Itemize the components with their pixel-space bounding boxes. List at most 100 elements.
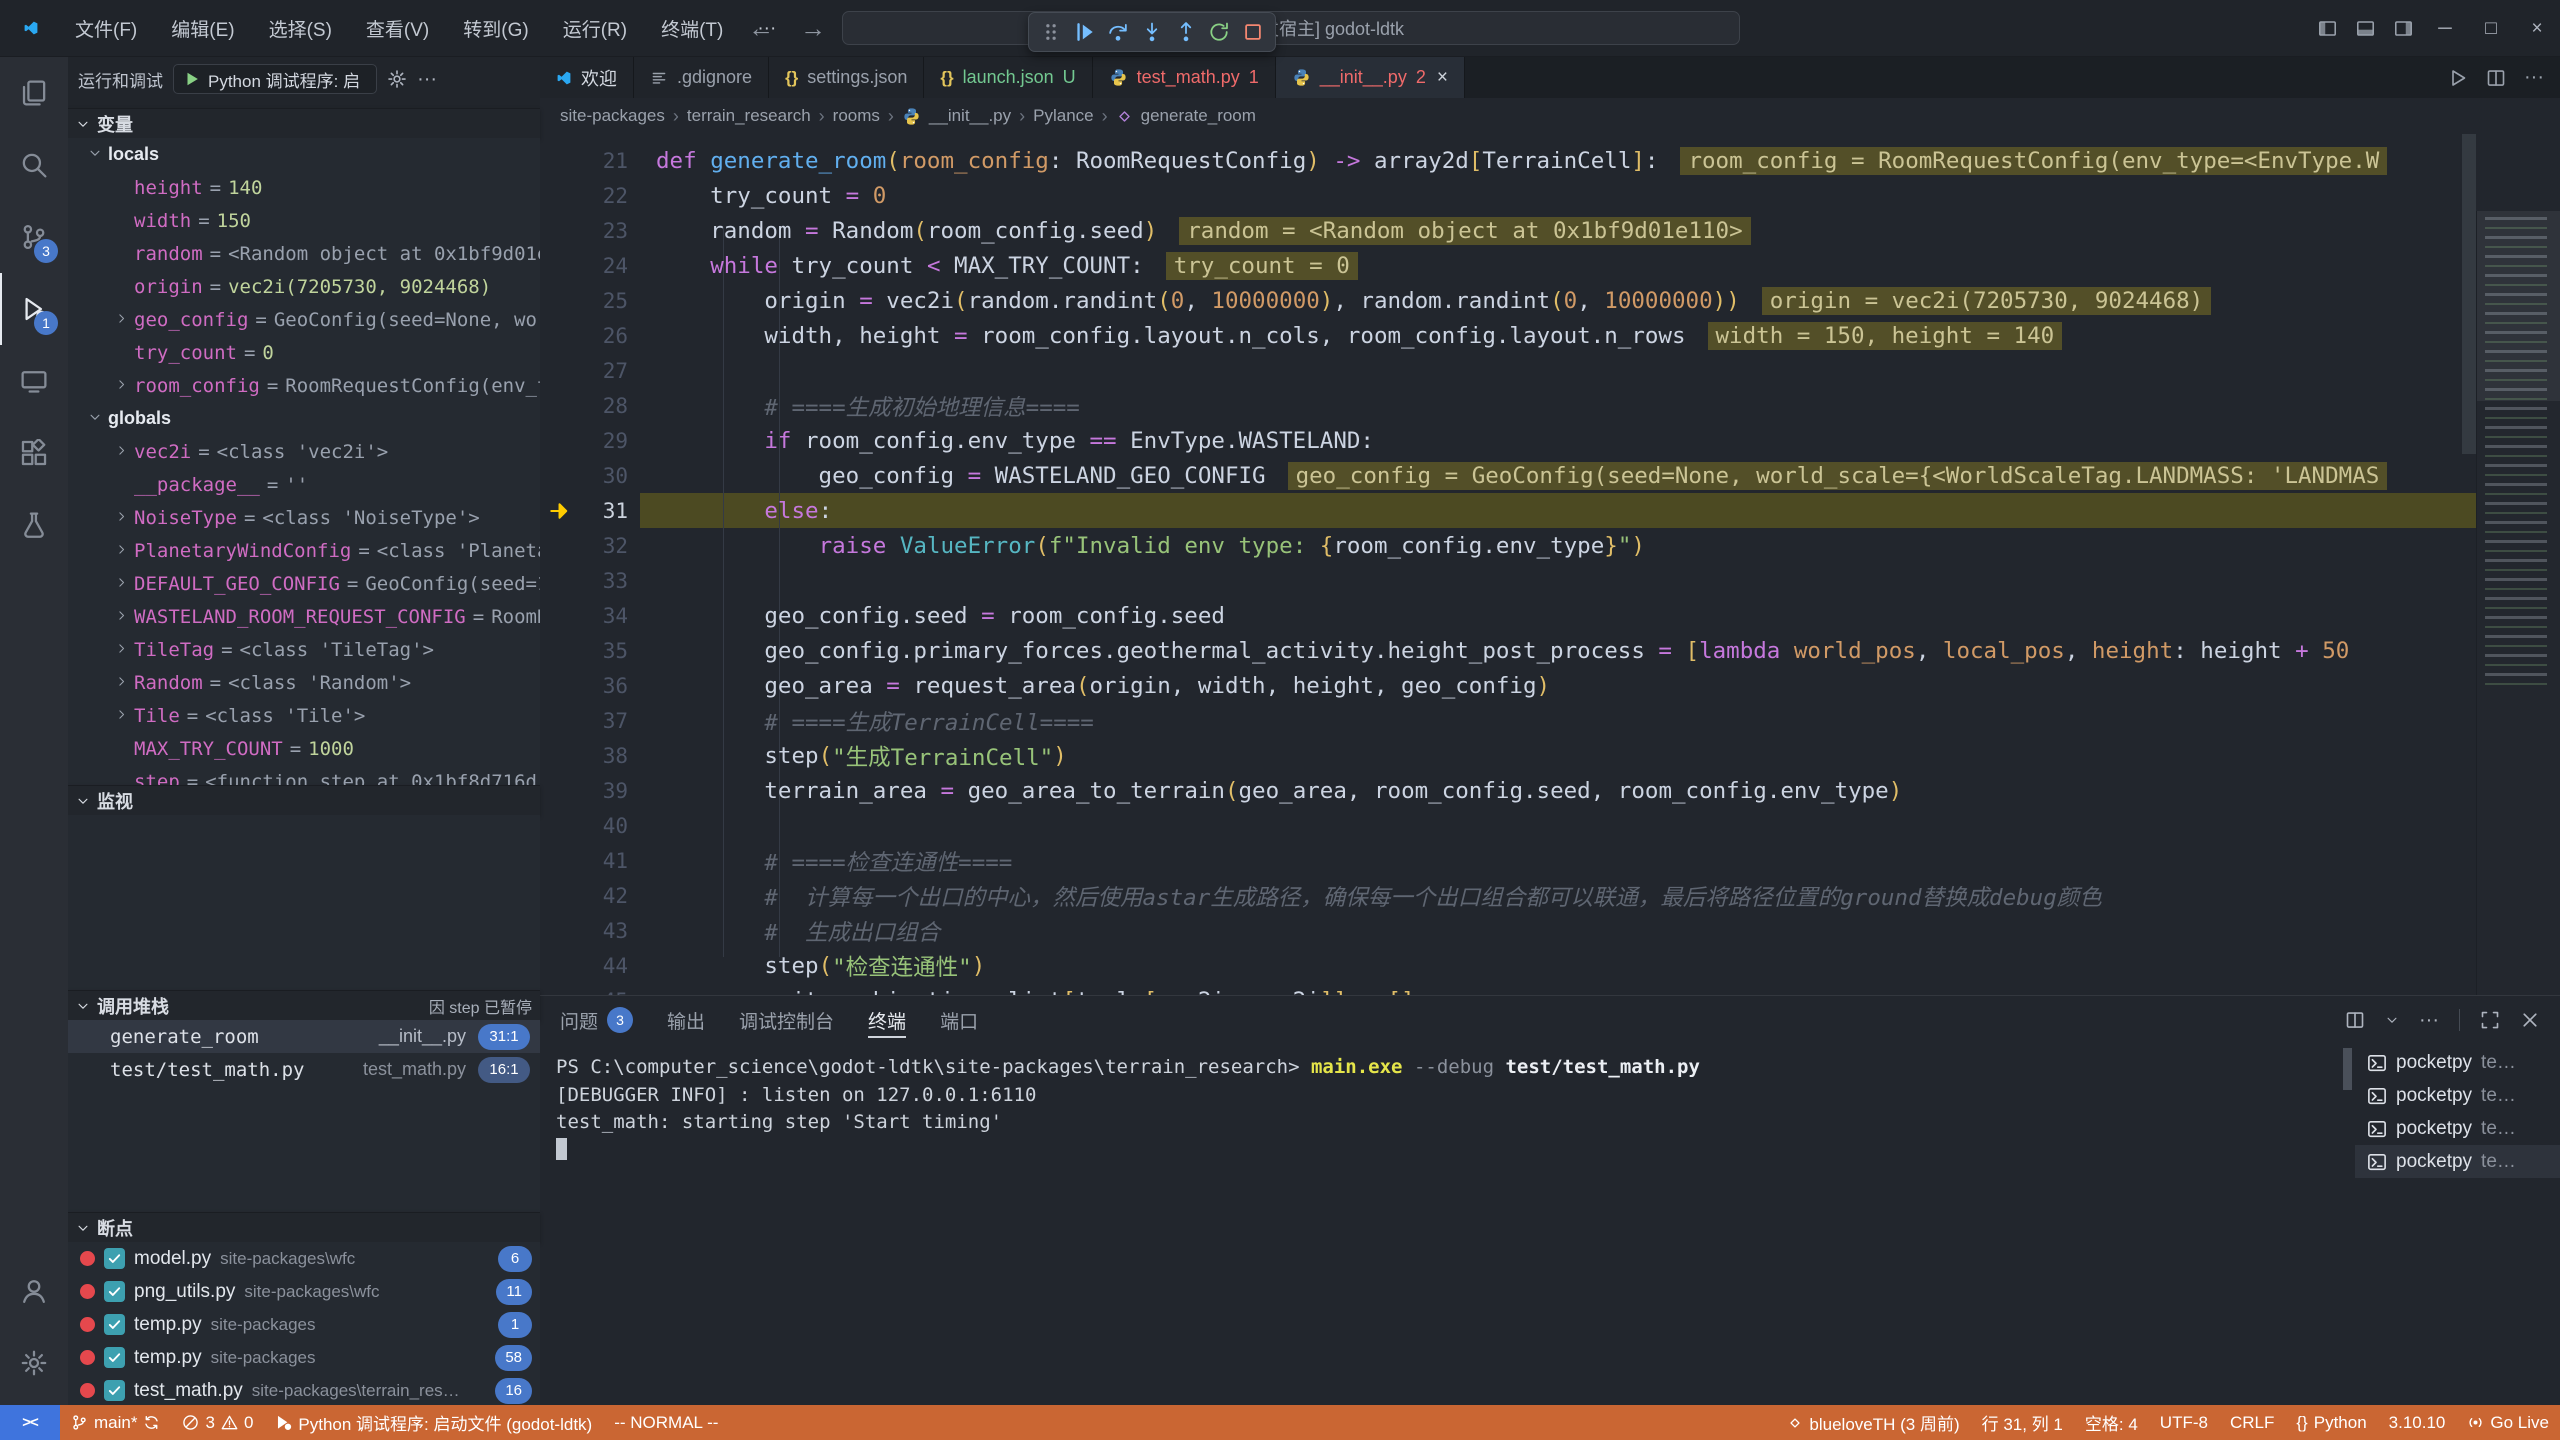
code-line-45[interactable]: 45 exit_combinations:list[tuple[vec2i, v… xyxy=(540,983,2476,995)
stack-frame[interactable]: generate_room__init__.py31:1 xyxy=(68,1020,540,1053)
breakpoint-row[interactable]: temp.pysite-packages1 xyxy=(68,1308,540,1341)
toggle-panel-icon[interactable] xyxy=(2346,0,2384,57)
variable-row[interactable]: origin=vec2i(7205730, 9024468) xyxy=(68,270,540,303)
variable-row[interactable]: MAX_TRY_COUNT=1000 xyxy=(68,732,540,765)
toggle-secondary-sidebar-icon[interactable] xyxy=(2384,0,2422,57)
panel-tab-终端[interactable]: 终端 xyxy=(868,996,906,1044)
watch-section-header[interactable]: 监视 xyxy=(68,785,540,815)
activitybar-extensions[interactable] xyxy=(0,417,68,489)
branch-status[interactable]: main* xyxy=(60,1405,171,1440)
debug-settings-gear-icon[interactable] xyxy=(387,69,407,89)
maximize-panel-icon[interactable] xyxy=(2480,1010,2500,1030)
sidebar-more-icon[interactable]: ··· xyxy=(417,68,437,91)
tab-.gdignore[interactable]: .gdignore xyxy=(634,57,769,98)
minimap[interactable] xyxy=(2476,211,2560,995)
code-line-26[interactable]: 26 width, height = room_config.layout.n_… xyxy=(540,318,2476,353)
breakpoint-checkbox[interactable] xyxy=(104,1380,125,1401)
split-terminal-icon[interactable] xyxy=(2345,1010,2365,1030)
variables-section-header[interactable]: 变量 xyxy=(68,108,540,138)
split-editor-icon[interactable] xyxy=(2486,68,2506,88)
breadcrumb-item[interactable]: __init__.py xyxy=(929,106,1011,126)
code-line-37[interactable]: 37 # ====生成TerrainCell==== xyxy=(540,703,2476,738)
tab-__init__.py[interactable]: __init__.py2× xyxy=(1276,57,1465,98)
code-line-39[interactable]: 39 terrain_area = geo_area_to_terrain(ge… xyxy=(540,773,2476,808)
variable-row[interactable]: step=<function step at 0x1bf8d716d… xyxy=(68,765,540,785)
code-line-43[interactable]: 43 # 生成出口组合 xyxy=(540,913,2476,948)
breakpoint-checkbox[interactable] xyxy=(104,1281,125,1302)
variable-row[interactable]: DEFAULT_GEO_CONFIG=GeoConfig(seed=1… xyxy=(68,567,540,600)
remote-indicator[interactable]: >< xyxy=(0,1405,60,1440)
drag-handle-icon[interactable] xyxy=(1037,17,1065,47)
code-line-24[interactable]: 24 while try_count < MAX_TRY_COUNT:try_c… xyxy=(540,248,2476,283)
breakpoint-checkbox[interactable] xyxy=(104,1314,125,1335)
maximize-button[interactable]: □ xyxy=(2468,0,2514,57)
variable-scope-locals[interactable]: locals xyxy=(68,138,540,171)
code-line-29[interactable]: 29 if room_config.env_type == EnvType.WA… xyxy=(540,423,2476,458)
variable-row[interactable]: height=140 xyxy=(68,171,540,204)
editor-more-icon[interactable]: ··· xyxy=(2524,66,2544,89)
activitybar-explorer[interactable] xyxy=(0,57,68,129)
code-line-21[interactable]: 21def generate_room(room_config: RoomReq… xyxy=(540,143,2476,178)
code-line-27[interactable]: 27 xyxy=(540,353,2476,388)
breakpoint-row[interactable]: test_math.pysite-packages\terrain_res…16 xyxy=(68,1374,540,1405)
activitybar-account[interactable] xyxy=(0,1255,68,1327)
tab-launch.json[interactable]: {}launch.jsonU xyxy=(924,57,1092,98)
activitybar-run-debug[interactable]: 1 xyxy=(0,273,68,345)
menu-查看V[interactable]: 查看(V) xyxy=(349,7,446,50)
breakpoint-row[interactable]: temp.pysite-packages58 xyxy=(68,1341,540,1374)
terminal-instance[interactable]: pocketpyte… xyxy=(2355,1046,2560,1079)
continue-icon[interactable] xyxy=(1071,17,1099,47)
tab-test_math.py[interactable]: test_math.py1 xyxy=(1093,57,1276,98)
step-out-icon[interactable] xyxy=(1172,17,1200,47)
menu-终端T[interactable]: 终端(T) xyxy=(644,7,740,50)
code-line-38[interactable]: 38 step("生成TerrainCell") xyxy=(540,738,2476,773)
breadcrumb-item[interactable]: generate_room xyxy=(1141,106,1256,126)
code-editor[interactable]: 2021def generate_room(room_config: RoomR… xyxy=(540,134,2560,995)
variable-row[interactable]: room_config=RoomRequestConfig(env_t… xyxy=(68,369,540,402)
code-line-42[interactable]: 42 # 计算每一个出口的中心，然后使用astar生成路径，确保每一个出口组合都… xyxy=(540,878,2476,913)
code-line-30[interactable]: 30 geo_config = WASTELAND_GEO_CONFIGgeo_… xyxy=(540,458,2476,493)
terminal-instance[interactable]: pocketpyte… xyxy=(2355,1079,2560,1112)
variable-row[interactable]: random=<Random object at 0x1bf9d01e… xyxy=(68,237,540,270)
python-version-status[interactable]: 3.10.10 xyxy=(2378,1405,2457,1440)
toggle-sidebar-icon[interactable] xyxy=(2308,0,2346,57)
code-line-36[interactable]: 36 geo_area = request_area(origin, width… xyxy=(540,668,2476,703)
variable-row[interactable]: width=150 xyxy=(68,204,540,237)
stop-icon[interactable] xyxy=(1239,17,1267,47)
breakpoints-section-header[interactable]: 断点 xyxy=(68,1212,540,1242)
cursor-position-status[interactable]: 行 31, 列 1 xyxy=(1971,1405,2074,1440)
variable-row[interactable]: Random=<class 'Random'> xyxy=(68,666,540,699)
menu-编辑E[interactable]: 编辑(E) xyxy=(154,7,251,50)
breakpoint-row[interactable]: png_utils.pysite-packages\wfc11 xyxy=(68,1275,540,1308)
variable-row[interactable]: geo_config=GeoConfig(seed=None, wor… xyxy=(68,303,540,336)
menu-运行R[interactable]: 运行(R) xyxy=(546,7,644,50)
indentation-status[interactable]: 空格: 4 xyxy=(2074,1405,2149,1440)
tab-settings.json[interactable]: {}settings.json xyxy=(769,57,924,98)
activitybar-remote-explorer[interactable] xyxy=(0,345,68,417)
panel-tab-输出[interactable]: 输出 xyxy=(667,996,705,1044)
activitybar-source-control[interactable]: 3 xyxy=(0,201,68,273)
terminal-list-scrollbar[interactable] xyxy=(2343,1048,2352,1090)
breadcrumb-item[interactable]: Pylance xyxy=(1033,106,1093,126)
stack-frame[interactable]: test/test_math.pytest_math.py16:1 xyxy=(68,1053,540,1086)
code-line-40[interactable]: 40 xyxy=(540,808,2476,843)
breadcrumb-item[interactable]: terrain_research xyxy=(687,106,811,126)
code-line-28[interactable]: 28 # ====生成初始地理信息==== xyxy=(540,388,2476,423)
debug-session-status[interactable]: Python 调试程序: 启动文件 (godot-ldtk) xyxy=(264,1405,603,1440)
encoding-status[interactable]: UTF-8 xyxy=(2149,1405,2219,1440)
panel-tab-端口[interactable]: 端口 xyxy=(940,996,978,1044)
activitybar-search[interactable] xyxy=(0,129,68,201)
code-line-34[interactable]: 34 geo_config.seed = room_config.seed xyxy=(540,598,2476,633)
menu-转到G[interactable]: 转到(G) xyxy=(446,7,545,50)
variable-row[interactable]: WASTELAND_ROOM_REQUEST_CONFIG=RoomR… xyxy=(68,600,540,633)
step-over-icon[interactable] xyxy=(1104,17,1132,47)
code-line-22[interactable]: 22 try_count = 0 xyxy=(540,178,2476,213)
run-file-icon[interactable] xyxy=(2448,68,2468,88)
launch-config-picker[interactable]: Python 调试程序: 启 xyxy=(173,64,377,94)
panel-more-icon[interactable]: ··· xyxy=(2419,1009,2439,1032)
breakpoint-checkbox[interactable] xyxy=(104,1248,125,1269)
code-line-23[interactable]: 23 random = Random(room_config.seed)rand… xyxy=(540,213,2476,248)
eol-status[interactable]: CRLF xyxy=(2219,1405,2285,1440)
go-live-status[interactable]: Go Live xyxy=(2456,1405,2560,1440)
breakpoint-checkbox[interactable] xyxy=(104,1347,125,1368)
